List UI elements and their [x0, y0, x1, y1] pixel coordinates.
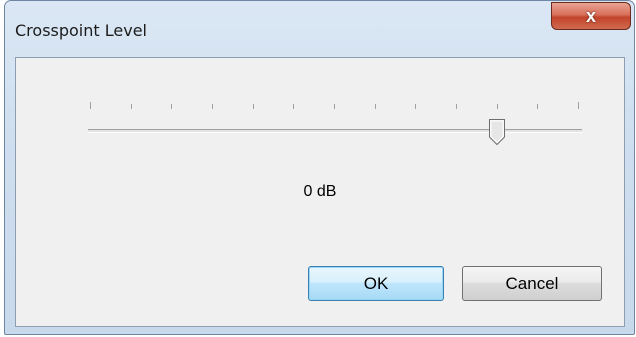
slider-track[interactable] [88, 129, 582, 133]
slider-tick [497, 104, 498, 109]
slider-tick [90, 102, 91, 109]
ok-button[interactable]: OK [308, 266, 444, 301]
slider-thumb[interactable] [488, 118, 506, 146]
slider-tick [171, 104, 172, 109]
slider-tick [253, 104, 254, 109]
slider-tick [578, 102, 579, 109]
slider-tick [375, 104, 376, 109]
slider-tick [334, 104, 335, 109]
dialog-client-area: 0 dB OK Cancel [15, 57, 625, 327]
level-value-label: 0 dB [303, 183, 337, 200]
level-slider[interactable] [16, 58, 624, 158]
slider-tick [212, 104, 213, 109]
slider-tick [131, 104, 132, 109]
close-icon: x [585, 5, 596, 26]
slider-tick [456, 104, 457, 109]
crosspoint-level-dialog: Crosspoint Level x 0 dB OK Cancel [4, 0, 635, 335]
slider-tick [537, 104, 538, 109]
title-bar[interactable]: Crosspoint Level x [5, 1, 634, 51]
dialog-title: Crosspoint Level [15, 21, 147, 40]
slider-ticks [16, 102, 624, 112]
slider-tick [293, 104, 294, 109]
close-button[interactable]: x [551, 2, 631, 30]
cancel-button[interactable]: Cancel [462, 266, 602, 301]
slider-tick [415, 104, 416, 109]
